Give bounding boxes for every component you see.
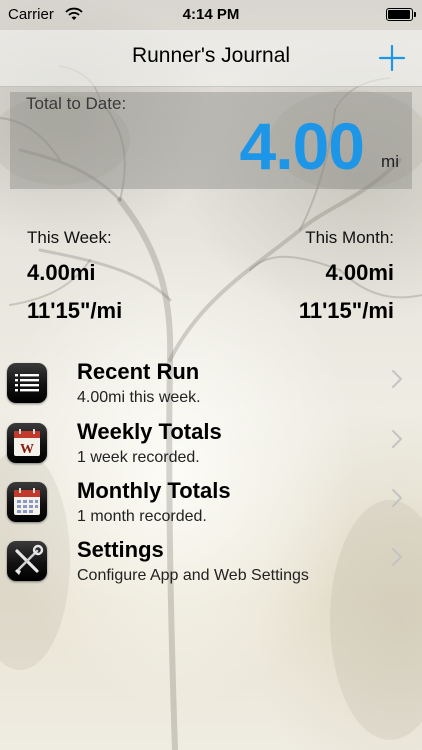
month-distance: 4.00mi — [325, 260, 395, 285]
menu-item-title: Recent Run — [77, 359, 200, 384]
status-bar: Carrier 4:14 PM — [0, 0, 422, 30]
total-to-date-panel: Total to Date: 4.00 mi — [10, 92, 412, 189]
month-pace: 11'15"/mi — [298, 298, 394, 323]
clock-time: 4:14 PM — [182, 6, 240, 23]
plus-icon — [378, 44, 406, 72]
weekly-calendar-icon: W — [7, 423, 47, 463]
menu-item-monthly-totals[interactable]: Monthly Totals 1 month recorded. — [0, 478, 422, 536]
chevron-right-icon — [392, 430, 402, 448]
app-screen: Carrier 4:14 PM Runner's Journal Total t… — [0, 0, 422, 750]
total-label: Total to Date: — [26, 94, 127, 113]
week-distance: 4.00mi — [27, 260, 96, 285]
page-title: Runner's Journal — [131, 44, 291, 67]
weekly-icon-letter: W — [20, 442, 34, 457]
menu-item-subtitle: 1 month recorded. — [77, 508, 207, 525]
menu-item-title: Settings — [77, 537, 164, 562]
this-month-label: This Month: — [305, 228, 394, 247]
monthly-calendar-icon — [7, 482, 47, 522]
tools-icon — [7, 541, 47, 581]
menu-item-subtitle: 1 week recorded. — [77, 449, 200, 466]
menu-item-title: Weekly Totals — [77, 419, 222, 444]
chevron-right-icon — [392, 548, 402, 566]
menu-item-settings[interactable]: Settings Configure App and Web Settings — [0, 537, 422, 595]
total-distance-value: 4.00 — [239, 109, 365, 183]
chevron-right-icon — [392, 370, 402, 388]
menu-item-recent-run[interactable]: Recent Run 4.00mi this week. — [0, 359, 422, 417]
menu-item-title: Monthly Totals — [77, 478, 231, 503]
this-week-label: This Week: — [27, 228, 112, 247]
menu-item-weekly-totals[interactable]: W Weekly Totals 1 week recorded. — [0, 419, 422, 477]
menu-item-subtitle: Configure App and Web Settings — [77, 567, 309, 584]
total-unit: mi — [381, 152, 399, 171]
battery-icon — [386, 8, 416, 21]
navigation-bar: Runner's Journal — [0, 30, 422, 87]
list-icon — [7, 363, 47, 403]
week-pace: 11'15"/mi — [27, 298, 123, 323]
add-run-button[interactable] — [370, 36, 414, 80]
chevron-right-icon — [392, 489, 402, 507]
menu-item-subtitle: 4.00mi this week. — [77, 389, 201, 406]
